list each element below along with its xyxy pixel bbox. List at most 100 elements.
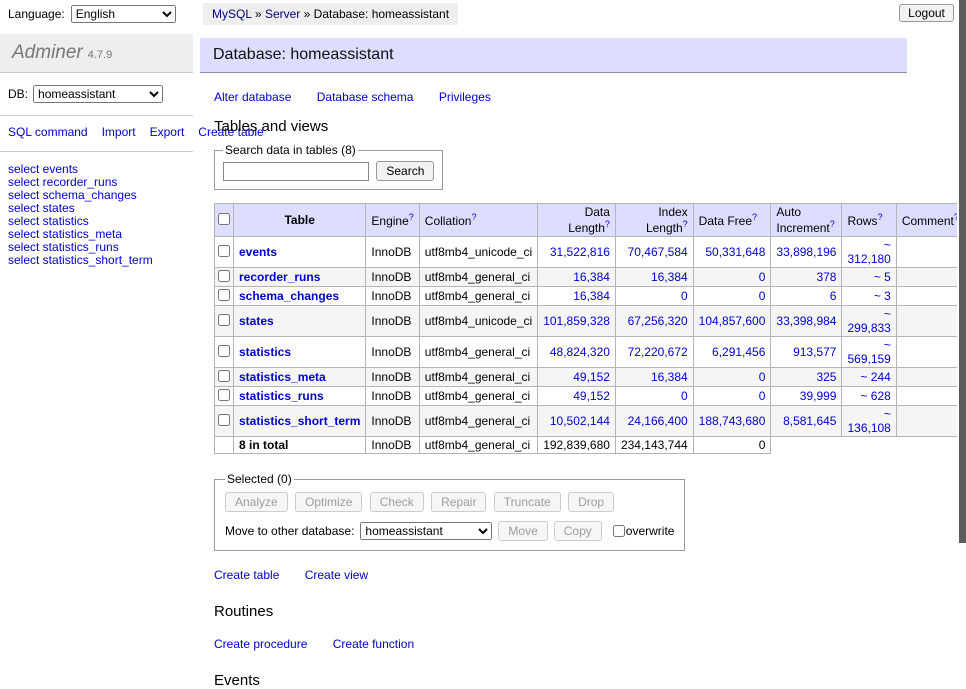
index-length-link[interactable]: 70,467,584 (628, 245, 688, 259)
index-length-link[interactable]: 0 (681, 289, 688, 303)
engine-cell: InnoDB (366, 368, 419, 387)
table-name-link[interactable]: events (239, 245, 277, 259)
data-length-link[interactable]: 31,522,816 (550, 245, 610, 259)
table-name-link[interactable]: schema_changes (239, 289, 339, 303)
help-link[interactable]: ? (471, 212, 476, 222)
auto-increment-link[interactable]: 8,581,645 (783, 414, 836, 428)
search-legend: Search data in tables (8) (223, 143, 358, 157)
rows-count-link[interactable]: ~ 312,180 (847, 238, 890, 266)
privileges-link[interactable]: Privileges (439, 90, 491, 104)
create-function-link[interactable]: Create function (333, 637, 414, 651)
rows-count-link[interactable]: ~ 569,159 (847, 338, 890, 366)
data-length-link[interactable]: 49,152 (573, 389, 610, 403)
repair-button[interactable]: Repair (431, 492, 486, 512)
rows-count-link[interactable]: ~ 136,108 (847, 407, 890, 435)
auto-increment-link[interactable]: 6 (830, 289, 837, 303)
index-length-link[interactable]: 72,220,672 (628, 345, 688, 359)
data-length-link[interactable]: 16,384 (573, 270, 610, 284)
help-link[interactable]: ? (409, 212, 414, 222)
help-link[interactable]: ? (877, 212, 882, 222)
rows-count-link[interactable]: ~ 5 (874, 270, 891, 284)
sidebar-link-import[interactable]: Import (102, 125, 136, 139)
scrollbar[interactable] (957, 0, 966, 543)
search-input[interactable] (223, 162, 369, 181)
table-name-link[interactable]: states (239, 314, 274, 328)
move-database-select[interactable]: homeassistant (360, 522, 492, 540)
data-free-link[interactable]: 104,857,600 (699, 314, 766, 328)
data-length-link[interactable]: 48,824,320 (550, 345, 610, 359)
rows-count-link[interactable]: ~ 628 (860, 389, 890, 403)
row-checkbox[interactable] (218, 314, 230, 326)
help-link[interactable]: ? (752, 212, 757, 222)
data-free-link[interactable]: 0 (759, 289, 766, 303)
auto-increment-link[interactable]: 33,898,196 (776, 245, 836, 259)
create-procedure-link[interactable]: Create procedure (214, 637, 307, 651)
sidebar-link-export[interactable]: Export (150, 125, 185, 139)
search-button[interactable]: Search (376, 161, 434, 181)
db-select[interactable]: homeassistant (33, 85, 163, 103)
data-free-link[interactable]: 0 (759, 370, 766, 384)
index-length-link[interactable]: 16,384 (651, 370, 688, 384)
data-free-link[interactable]: 0 (759, 270, 766, 284)
data-free-link[interactable]: 188,743,680 (699, 414, 766, 428)
alter-database-link[interactable]: Alter database (214, 90, 291, 104)
app-name[interactable]: Adminer (12, 42, 83, 63)
data-length-cell: 49,152 (538, 387, 616, 406)
database-schema-link[interactable]: Database schema (317, 90, 414, 104)
check-button[interactable]: Check (370, 492, 424, 512)
auto-increment-link[interactable]: 39,999 (800, 389, 837, 403)
row-checkbox[interactable] (218, 245, 230, 257)
data-free-link[interactable]: 6,291,456 (712, 345, 765, 359)
rows-count-cell: ~ 5 (842, 268, 896, 287)
table-name-link[interactable]: statistics_meta (239, 370, 326, 384)
optimize-button[interactable]: Optimize (295, 492, 362, 512)
copy-button[interactable]: Copy (554, 521, 602, 541)
total-data-free: 0 (693, 437, 771, 454)
move-button[interactable]: Move (498, 521, 547, 541)
row-checkbox[interactable] (218, 389, 230, 401)
rows-count-link[interactable]: ~ 299,833 (847, 307, 890, 335)
index-length-link[interactable]: 0 (681, 389, 688, 403)
auto-increment-link[interactable]: 913,577 (793, 345, 836, 359)
logout-button[interactable]: Logout (899, 4, 954, 22)
analyze-button[interactable]: Analyze (225, 492, 288, 512)
table-name-link[interactable]: statistics (239, 345, 291, 359)
sidebar-item-select-statistics-short-term[interactable]: select statistics_short_term (8, 254, 185, 267)
table-name-link[interactable]: statistics_short_term (239, 414, 360, 428)
truncate-button[interactable]: Truncate (494, 492, 561, 512)
data-length-link[interactable]: 10,502,144 (550, 414, 610, 428)
table-name-link[interactable]: statistics_runs (239, 389, 324, 403)
help-link[interactable]: ? (605, 219, 610, 229)
language-select[interactable]: English (71, 5, 176, 23)
overwrite-checkbox[interactable] (613, 525, 625, 537)
data-free-link[interactable]: 0 (759, 389, 766, 403)
select-all-checkbox[interactable] (218, 213, 230, 225)
help-link[interactable]: ? (830, 219, 835, 229)
create-view-link[interactable]: Create view (305, 568, 368, 582)
data-free-link[interactable]: 50,331,648 (705, 245, 765, 259)
index-length-link[interactable]: 24,166,400 (628, 414, 688, 428)
breadcrumb-mysql-link[interactable]: MySQL (212, 7, 252, 21)
create-table-link[interactable]: Create table (214, 568, 279, 582)
auto-increment-link[interactable]: 325 (816, 370, 836, 384)
table-name-link[interactable]: recorder_runs (239, 270, 320, 284)
data-length-link[interactable]: 49,152 (573, 370, 610, 384)
breadcrumb-server-link[interactable]: Server (265, 7, 300, 21)
data-length-link[interactable]: 101,859,328 (543, 314, 610, 328)
row-checkbox[interactable] (218, 270, 230, 282)
row-checkbox[interactable] (218, 345, 230, 357)
data-length-link[interactable]: 16,384 (573, 289, 610, 303)
help-link[interactable]: ? (683, 219, 688, 229)
row-checkbox[interactable] (218, 414, 230, 426)
index-length-link[interactable]: 16,384 (651, 270, 688, 284)
row-checkbox[interactable] (218, 370, 230, 382)
index-length-link[interactable]: 67,256,320 (628, 314, 688, 328)
sidebar-link-sql-command[interactable]: SQL command (8, 125, 88, 139)
rows-count-link[interactable]: ~ 244 (860, 370, 890, 384)
rows-count-link[interactable]: ~ 3 (874, 289, 891, 303)
drop-button[interactable]: Drop (568, 492, 614, 512)
auto-increment-link[interactable]: 378 (816, 270, 836, 284)
comment-cell (896, 237, 964, 268)
auto-increment-link[interactable]: 33,398,984 (776, 314, 836, 328)
row-checkbox[interactable] (218, 289, 230, 301)
